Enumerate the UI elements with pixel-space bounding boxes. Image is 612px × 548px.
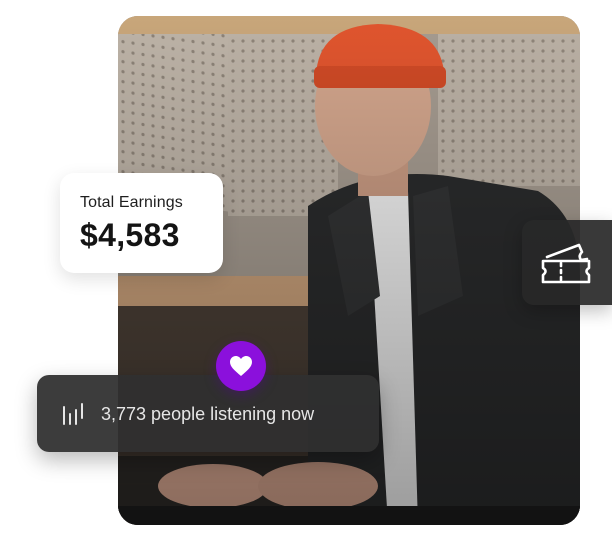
listeners-count-text: 3,773 people listening now <box>101 404 315 424</box>
earnings-card: Total Earnings $4,583 <box>60 173 223 273</box>
like-button[interactable] <box>216 341 266 391</box>
ticket-card[interactable] <box>522 220 612 305</box>
earnings-label: Total Earnings <box>80 194 183 211</box>
earnings-value: $4,583 <box>80 217 180 253</box>
promo-stage: Total Earnings $4,583 3,773 people liste… <box>0 0 612 548</box>
heart-icon <box>230 356 252 376</box>
audio-bars-icon <box>63 403 83 425</box>
ticket-icon <box>541 243 591 284</box>
listeners-banner: 3,773 people listening now <box>37 375 379 452</box>
